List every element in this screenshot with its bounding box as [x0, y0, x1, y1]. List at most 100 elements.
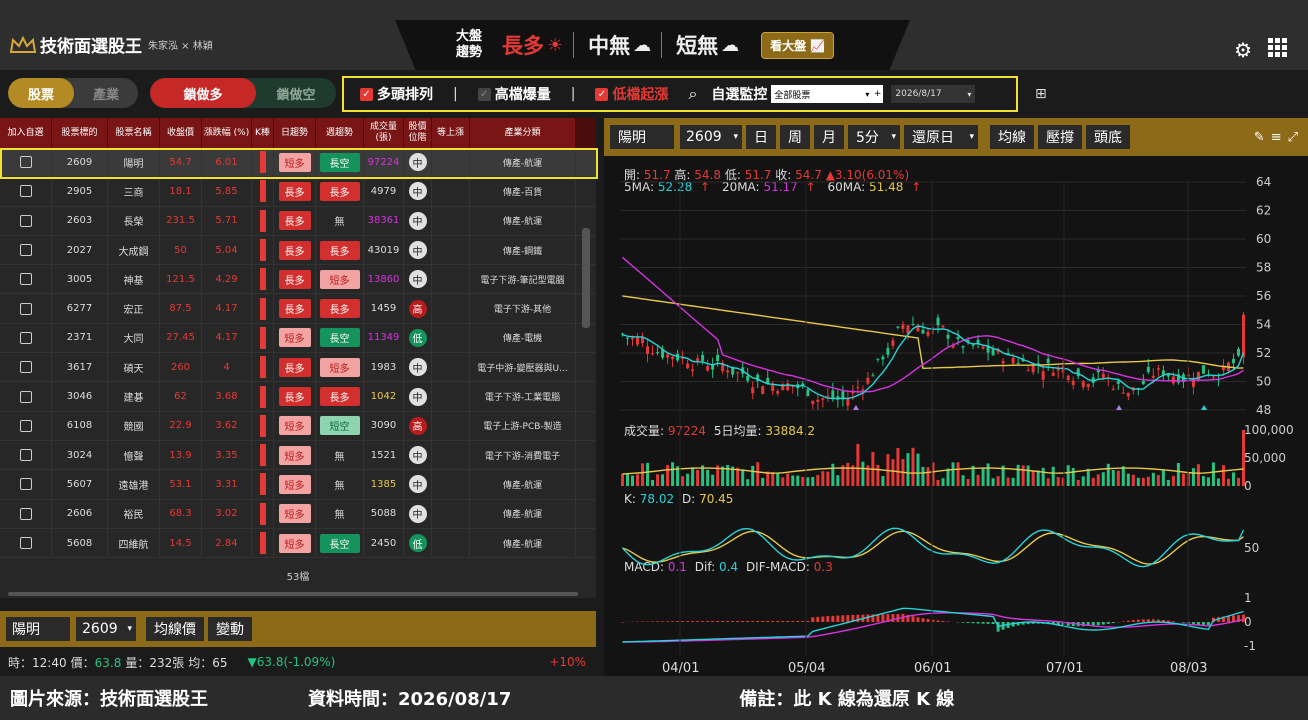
add-watch-checkbox[interactable]: [19, 244, 32, 257]
ma-button[interactable]: 均線: [990, 125, 1034, 149]
table-row[interactable]: 2606 裕民 68.3 3.02 短多 無 5088 中 傳產-航運: [0, 499, 596, 529]
table-cell: 中: [404, 382, 432, 411]
table-row[interactable]: 3046 建碁 62 3.68 長多 長多 1042 中 電子下游-工業電腦: [0, 382, 596, 412]
table-cell: [252, 177, 274, 206]
view-market-button[interactable]: 看大盤 📈: [761, 31, 835, 59]
add-watch-checkbox[interactable]: [19, 449, 32, 462]
adjust-select[interactable]: 還原日 ▾: [904, 125, 978, 149]
add-watch-checkbox[interactable]: [19, 478, 32, 491]
candle-body: [726, 370, 730, 373]
grid-icon[interactable]: [1268, 38, 1288, 58]
add-watch-checkbox[interactable]: [19, 361, 32, 374]
table-row[interactable]: 5607 遠雄港 53.1 3.31 短多 無 1385 中 傳產-航運: [0, 470, 596, 500]
table-row[interactable]: 2603 長榮 231.5 5.71 長多 無 38361 中 傳產-航運: [0, 206, 596, 236]
stock-code-select[interactable]: 2609 ▾: [76, 617, 136, 641]
table-row[interactable]: 3005 神基 121.5 4.29 長多 短多 13860 中 電子下游-筆記型電腦: [0, 265, 596, 295]
header-code[interactable]: 股票標的: [52, 118, 108, 148]
stock-name-field[interactable]: 陽明: [6, 617, 70, 641]
layout-icon[interactable]: ⊞: [1035, 86, 1047, 102]
tab-industry[interactable]: 產業: [74, 78, 138, 108]
day-button[interactable]: 日: [746, 125, 776, 149]
pencil-icon[interactable]: ✎: [1254, 130, 1265, 145]
table-scrollbar[interactable]: [582, 228, 590, 328]
table-cell: 1459: [364, 294, 404, 323]
candle-body: [776, 391, 780, 394]
table-row[interactable]: 6108 競國 22.9 3.62 短多 短空 3090 高 電子上游-PCB-製造: [0, 411, 596, 441]
cell-code: 5608: [66, 537, 93, 549]
header-position[interactable]: 股價 位階: [404, 118, 432, 148]
add-watch-checkbox[interactable]: [19, 537, 32, 549]
add-watch-checkbox[interactable]: [19, 185, 32, 198]
add-watch-checkbox[interactable]: [19, 331, 32, 344]
period-select[interactable]: 5分 ▾: [848, 125, 900, 149]
month-button[interactable]: 月: [814, 125, 844, 149]
table-cell: [252, 411, 274, 440]
checkbox-bull-align[interactable]: ✓: [360, 87, 373, 101]
candle-body: [691, 369, 695, 372]
tab-stock[interactable]: 股票: [8, 78, 74, 108]
add-watch-checkbox[interactable]: [19, 419, 32, 432]
add-watch-checkbox[interactable]: [19, 214, 32, 227]
search-icon[interactable]: ⌕: [688, 84, 697, 104]
chart-code-select[interactable]: 2609 ▾: [680, 125, 742, 149]
table-row[interactable]: 2905 三商 18.1 5.85 長多 長多 4979 中 傳產-百貨: [0, 177, 596, 207]
settings-lines-icon[interactable]: ≡: [1271, 130, 1282, 145]
header-kbar[interactable]: K棒: [252, 118, 274, 148]
top-bottom-button[interactable]: 頭底: [1086, 125, 1130, 149]
checkbox-low-rise[interactable]: ✓: [595, 87, 609, 101]
cloud-icon: ☁: [721, 34, 740, 56]
table-row[interactable]: 6277 宏正 87.5 4.17 長多 長多 1459 高 電子下游-其他: [0, 294, 596, 324]
cell-close: 14.5: [169, 537, 192, 549]
volume-bar: [671, 462, 675, 486]
header-day-trend[interactable]: 日趨勢: [274, 118, 316, 148]
ma-price-button[interactable]: 均線價: [146, 617, 204, 641]
table-row[interactable]: 3617 碩天 260 4 長多 短多 1983 中 電子中游-變壓器與U...: [0, 353, 596, 383]
volume-bar: [1036, 470, 1040, 486]
header-add[interactable]: 加入自選: [0, 118, 52, 148]
header-volume[interactable]: 成交量 (張): [364, 118, 404, 148]
table-cell: 27.45: [160, 323, 202, 353]
candle-body: [901, 324, 905, 329]
chart-stock-name[interactable]: 陽明: [610, 125, 674, 149]
adjust-value: 還原日: [912, 130, 954, 146]
table-row[interactable]: 3024 憶聲 13.9 3.35 短多 無 1521 中 電子下游-消費電子: [0, 440, 596, 471]
tab-lock-long[interactable]: 鎖做多: [150, 78, 256, 108]
table-row[interactable]: 2027 大成鋼 50 5.04 長多 長多 43019 中 傳產-鋼鐵: [0, 235, 596, 266]
header-name[interactable]: 股票名稱: [108, 118, 160, 148]
cell-name: 遠雄港: [118, 480, 149, 492]
gear-icon[interactable]: ⚙: [1234, 38, 1252, 62]
candle-body: [1231, 358, 1235, 364]
header-close[interactable]: 收盤價: [160, 118, 202, 148]
table-cell: 4: [202, 353, 252, 382]
macd-histogram-bar: [1096, 622, 1100, 626]
macd-histogram-bar: [696, 621, 700, 622]
header-week-trend[interactable]: 週趨勢: [316, 118, 364, 148]
checkbox-high-volume[interactable]: ✓: [477, 87, 491, 101]
expand-icon[interactable]: ⤢: [1288, 130, 1298, 145]
week-button[interactable]: 周: [780, 125, 810, 149]
header-wait-rise[interactable]: 等上漲: [432, 118, 470, 148]
watch-select[interactable]: 全部股票 ▾ +: [771, 85, 884, 103]
table-hscrollbar[interactable]: [8, 592, 578, 596]
date-select[interactable]: 2026/8/17 ▾: [891, 85, 976, 103]
table-cell: 14.5: [160, 528, 202, 558]
table-row[interactable]: 2371 大同 27.45 4.17 短多 長空 11349 低 傳產-電機: [0, 323, 596, 354]
footer-source: 圖片來源：技術面選股王: [10, 689, 208, 710]
cell-code: 5607: [66, 478, 93, 490]
volume-bar: [661, 474, 665, 486]
table-cell: [0, 499, 52, 528]
candle-body: [1126, 392, 1130, 397]
support-resistance-button[interactable]: 壓撐: [1038, 125, 1082, 149]
change-button[interactable]: 變動: [208, 617, 252, 641]
add-watch-checkbox[interactable]: [19, 507, 32, 520]
header-change[interactable]: 漲跌幅 (%): [202, 118, 252, 148]
plus-icon[interactable]: +: [874, 89, 882, 99]
add-watch-checkbox[interactable]: [19, 273, 32, 286]
add-watch-checkbox[interactable]: [19, 302, 32, 315]
table-cell: 電子下游-筆記型電腦: [470, 265, 576, 294]
tab-lock-short[interactable]: 鎖做空: [256, 78, 336, 108]
table-cell: [432, 382, 470, 411]
add-watch-checkbox[interactable]: [19, 390, 32, 403]
header-industry[interactable]: 產業分類: [470, 118, 576, 148]
table-row[interactable]: 5608 四維航 14.5 2.84 短多 長空 2450 低 傳產-航運: [0, 528, 596, 559]
